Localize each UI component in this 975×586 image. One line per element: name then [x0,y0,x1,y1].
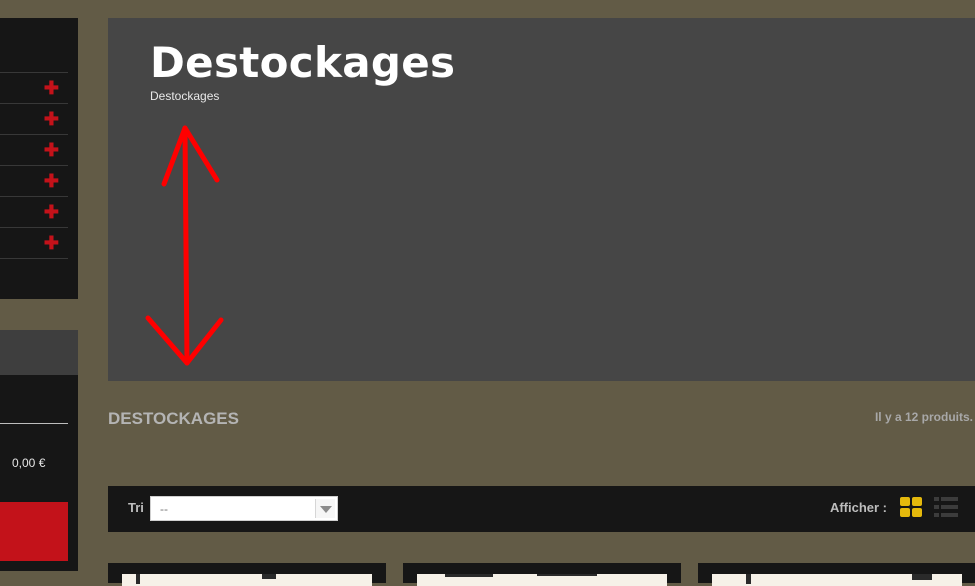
cart-block: 0,00 € [0,330,78,571]
menu-item[interactable]: ✚ [0,227,68,259]
menu-item[interactable]: ✚ [0,196,68,228]
menu-item[interactable] [0,258,68,290]
expand-plus-icon[interactable]: ✚ [44,141,59,159]
sort-label: Tri [128,500,144,515]
category-banner: Destockages Destockages [108,18,975,381]
menu-item[interactable]: ✚ [0,165,68,197]
expand-plus-icon[interactable]: ✚ [44,203,59,221]
expand-plus-icon[interactable]: ✚ [44,234,59,252]
expand-plus-icon[interactable]: ✚ [44,110,59,128]
chevron-down-icon[interactable] [315,499,335,518]
checkout-button[interactable] [0,502,68,561]
sort-value: -- [160,502,168,516]
menu-item[interactable]: ✚ [0,103,68,135]
product-card[interactable] [108,563,386,586]
list-view-icon[interactable] [934,497,958,517]
grid-view-icon[interactable] [900,497,923,518]
product-image[interactable] [122,574,372,586]
sort-select[interactable]: -- [150,496,338,521]
category-heading: DESTOCKAGES [108,409,239,428]
cart-header [0,330,78,375]
category-menu: ✚ ✚ ✚ ✚ ✚ ✚ [0,18,78,299]
menu-item[interactable]: ✚ [0,134,68,166]
product-toolbar: Tri -- Afficher : [108,486,975,532]
cart-total: 0,00 € [12,456,46,470]
expand-plus-icon[interactable]: ✚ [44,172,59,190]
view-label: Afficher : [829,500,887,515]
product-image[interactable] [417,574,667,586]
menu-item[interactable]: ✚ [0,72,68,104]
product-count: Il y a 12 produits. [874,410,973,424]
expand-plus-icon[interactable]: ✚ [44,79,59,97]
double-arrow-annotation [145,125,224,366]
product-card[interactable] [403,563,681,586]
product-image[interactable] [712,574,962,586]
cart-divider [0,423,68,424]
product-card[interactable] [698,563,975,586]
